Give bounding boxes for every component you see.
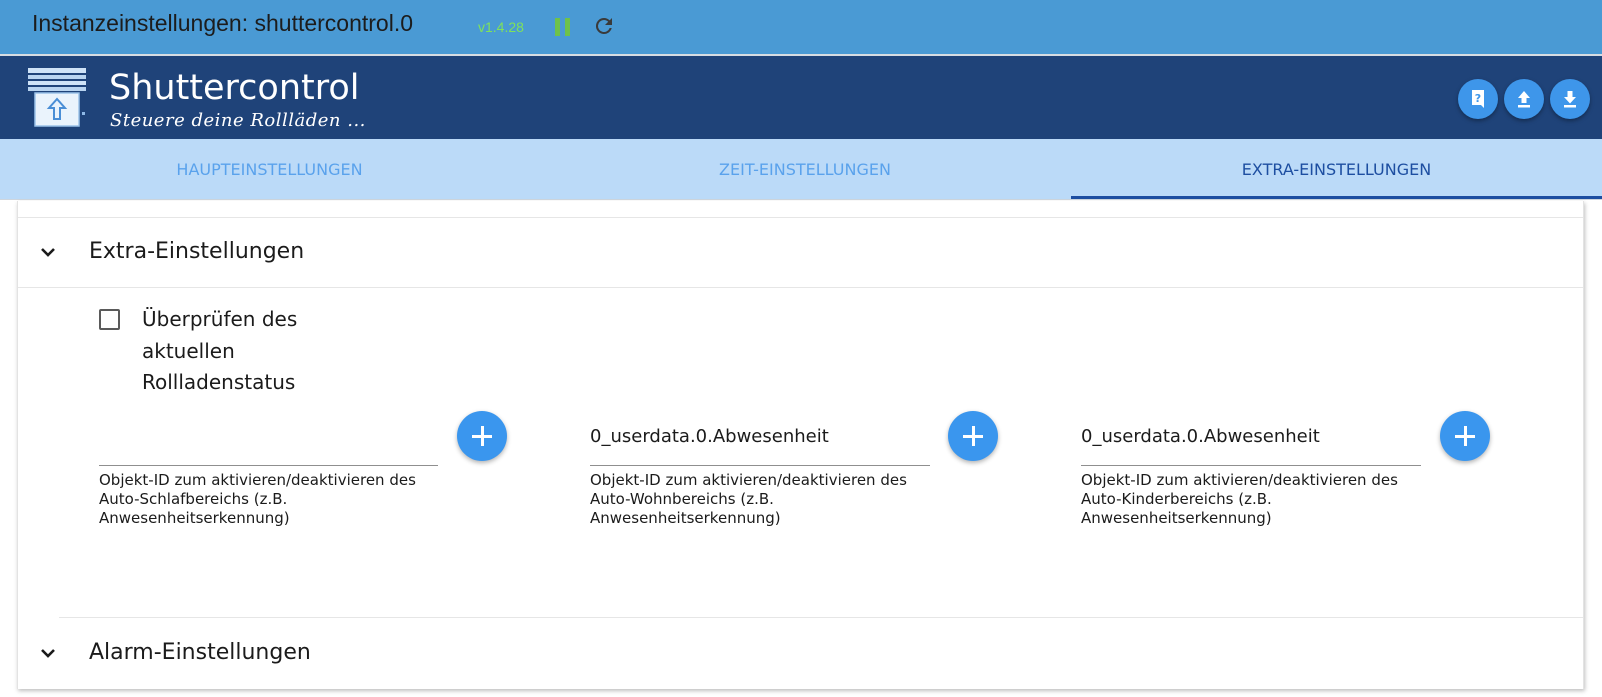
chevron-down-icon[interactable] [39, 243, 57, 261]
app-title: Shuttercontrol [109, 68, 360, 108]
help-icon: ? [1472, 90, 1484, 108]
input-underline [590, 465, 930, 466]
helper-text: Objekt-ID zum aktivieren/deaktivieren de… [99, 471, 416, 527]
helper-text: Objekt-ID zum aktivieren/deaktivieren de… [590, 471, 907, 527]
tab-bar: HAUPTEINSTELLUNGEN ZEIT-EINSTELLUNGEN EX… [0, 139, 1602, 200]
tab-extra-einstellungen[interactable]: EXTRA-EINSTELLUNGEN [1071, 139, 1602, 200]
window-titlebar: Instanzeinstellungen: shuttercontrol.0 v… [0, 0, 1602, 56]
upload-button[interactable] [1504, 79, 1544, 119]
reload-icon[interactable] [592, 14, 616, 38]
pause-icon[interactable] [555, 18, 571, 36]
help-button[interactable]: ? [1458, 79, 1498, 119]
divider [59, 617, 1583, 618]
active-tab-indicator [1071, 196, 1602, 199]
check-shutter-status-checkbox[interactable] [99, 309, 120, 330]
app-subtitle: Steuere deine Rollläden ... [110, 110, 366, 131]
divider [18, 287, 1583, 288]
helper-text: Objekt-ID zum aktivieren/deaktivieren de… [1081, 471, 1398, 527]
window-title: Instanzeinstellungen: shuttercontrol.0 [32, 10, 414, 36]
svg-text:?: ? [1475, 92, 1481, 105]
checkbox-label: Überprüfen des aktuellen Rollladenstatus [142, 307, 298, 394]
download-button[interactable] [1550, 79, 1590, 119]
input-underline [99, 465, 438, 466]
tab-haupteinstellungen[interactable]: HAUPTEINSTELLUNGEN [0, 139, 539, 200]
add-object-id-button[interactable] [948, 411, 998, 461]
upload-icon [1518, 91, 1530, 108]
add-object-id-button[interactable] [457, 411, 507, 461]
tab-zeit-einstellungen[interactable]: ZEIT-EINSTELLUNGEN [539, 139, 1071, 200]
divider [18, 217, 1583, 218]
download-icon [1564, 91, 1576, 108]
version-label: v1.4.28 [478, 19, 524, 35]
shutter-logo-icon [28, 68, 86, 127]
section-title-extra[interactable]: Extra-Einstellungen [89, 239, 304, 264]
add-object-id-button[interactable] [1440, 411, 1490, 461]
input-underline [1081, 465, 1421, 466]
app-header: Shuttercontrol Steuere deine Rollläden .… [0, 56, 1602, 139]
settings-panel: Extra-Einstellungen Überprüfen des aktue… [17, 201, 1584, 689]
object-id-sleep-input[interactable] [99, 424, 429, 450]
object-id-living-input[interactable] [590, 424, 920, 450]
chevron-down-icon[interactable] [39, 644, 57, 662]
section-title-alarm[interactable]: Alarm-Einstellungen [89, 640, 311, 665]
object-id-kids-input[interactable] [1081, 424, 1411, 450]
